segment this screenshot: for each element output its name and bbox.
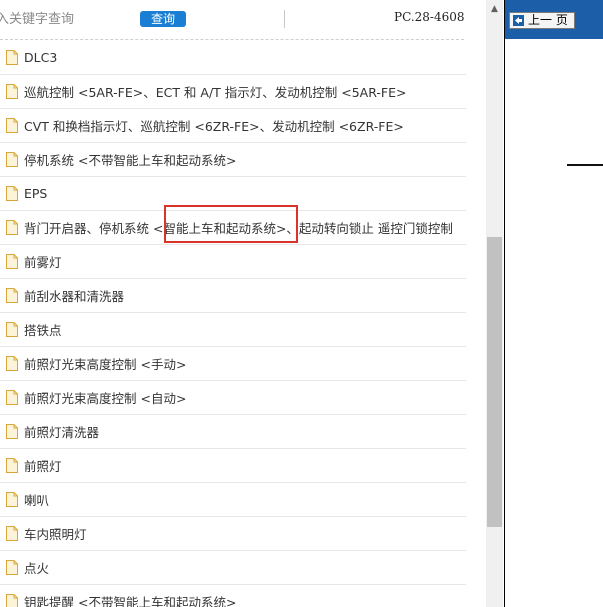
list-item-label: EPS [24, 186, 48, 201]
document-icon [6, 152, 18, 167]
list-item[interactable]: 背门开启器、停机系统 <智能上车和起动系统>、起动转向锁止 遥控门锁控制 [0, 211, 466, 245]
vertical-scrollbar[interactable]: ▲ [486, 0, 503, 607]
document-icon [6, 220, 18, 235]
scroll-up-arrow-icon[interactable]: ▲ [486, 0, 503, 17]
list-item[interactable]: 巡航控制 <5AR-FE>、ECT 和 A/T 指示灯、发动机控制 <5AR-F… [0, 75, 466, 109]
list-item[interactable]: 前照灯光束高度控制 <手动> [0, 347, 466, 381]
document-icon [6, 288, 18, 303]
list-item-label: 前照灯光束高度控制 <自动> [24, 391, 187, 406]
list-item[interactable]: DLC3 [0, 41, 466, 75]
search-bar: 查询 PC.28-4608 [0, 0, 486, 40]
document-icon [6, 458, 18, 473]
list-item[interactable]: 车内照明灯 [0, 517, 466, 551]
list-item-label: 背门开启器、停机系统 <智能上车和起动系统>、起动转向锁止 遥控门锁控制 [24, 221, 453, 236]
prev-page-button[interactable]: 上一 页 [509, 12, 575, 29]
document-icon [6, 390, 18, 405]
list-item-label: 前刮水器和清洗器 [24, 289, 125, 304]
list-item[interactable]: 前照灯清洗器 [0, 415, 466, 449]
document-icon [6, 424, 18, 439]
search-input[interactable] [0, 6, 132, 32]
list-item-label: 喇叭 [24, 493, 50, 508]
list-item-label: 巡航控制 <5AR-FE>、ECT 和 A/T 指示灯、发动机控制 <5AR-F… [24, 85, 407, 100]
page-view-pane: 上一 页 [504, 0, 603, 607]
list-item-label: 搭铁点 [24, 323, 62, 338]
document-icon [6, 526, 18, 541]
list-item-label: CVT 和换档指示灯、巡航控制 <6ZR-FE>、发动机控制 <6ZR-FE> [24, 119, 404, 134]
document-icon [6, 594, 18, 607]
list-item-label: 车内照明灯 [24, 527, 87, 542]
list-item-label: 前雾灯 [24, 255, 62, 270]
document-icon [6, 356, 18, 371]
list-item-label: 点火 [24, 561, 50, 576]
list-item[interactable]: 前照灯光束高度控制 <自动> [0, 381, 466, 415]
list-item[interactable]: 前刮水器和清洗器 [0, 279, 466, 313]
list-item[interactable]: 前雾灯 [0, 245, 466, 279]
document-icon [6, 322, 18, 337]
list-item[interactable]: 前照灯 [0, 449, 466, 483]
document-icon [6, 254, 18, 269]
search-button[interactable]: 查询 [140, 11, 186, 27]
list-item-label: 前照灯光束高度控制 <手动> [24, 357, 187, 372]
list-item[interactable]: EPS [0, 177, 466, 211]
document-icon [6, 50, 18, 65]
list-item[interactable]: 钥匙提醒 <不带智能上车和起动系统> [0, 585, 466, 607]
document-icon [6, 560, 18, 575]
list-item-label: 钥匙提醒 <不带智能上车和起动系统> [24, 595, 237, 607]
list-item-label: 停机系统 <不带智能上车和起动系统> [24, 153, 237, 168]
list-item-label: DLC3 [24, 50, 58, 65]
document-icon [6, 186, 18, 201]
left-arrow-icon [513, 15, 524, 26]
header-divider [0, 39, 464, 40]
list-item[interactable]: CVT 和换档指示灯、巡航控制 <6ZR-FE>、发动机控制 <6ZR-FE> [0, 109, 466, 143]
list-item[interactable]: 停机系统 <不带智能上车和起动系统> [0, 143, 466, 177]
prev-page-label: 上一 页 [528, 13, 568, 27]
search-divider [284, 10, 285, 28]
list-item-label: 前照灯清洗器 [24, 425, 100, 440]
item-list: DLC3 巡航控制 <5AR-FE>、ECT 和 A/T 指示灯、发动机控制 <5… [0, 41, 466, 607]
document-icon [6, 84, 18, 99]
scroll-thumb[interactable] [487, 237, 502, 527]
nav-strip: 上一 页 [505, 0, 603, 39]
doc-code: PC.28-4608 [394, 10, 465, 24]
list-item[interactable]: 喇叭 [0, 483, 466, 517]
document-icon [6, 492, 18, 507]
list-item-label: 前照灯 [24, 459, 62, 474]
page-rule [567, 164, 603, 166]
document-icon [6, 118, 18, 133]
list-item[interactable]: 搭铁点 [0, 313, 466, 347]
document-list-pane: 查询 PC.28-4608 DLC3 巡航控制 <5AR-FE>、ECT 和 A/… [0, 0, 486, 607]
list-item[interactable]: 点火 [0, 551, 466, 585]
